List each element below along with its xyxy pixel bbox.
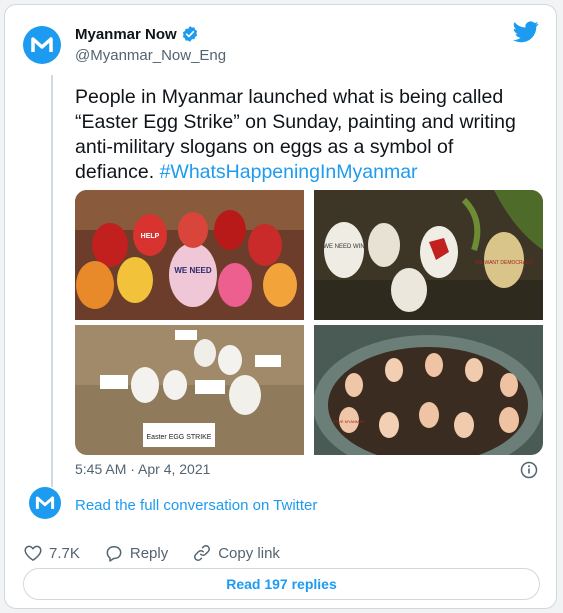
photo-1-image: WE NEED HELP — [75, 190, 304, 320]
like-count: 7.7K — [49, 544, 80, 562]
reply-label: Reply — [129, 544, 169, 562]
author-handle[interactable]: @Myanmar_Now_Eng — [75, 47, 226, 64]
photo-2-image: WE NEED WIN WE WANT DEMOCRACY — [314, 190, 543, 320]
verified-badge-icon — [182, 26, 197, 42]
conversation-avatar[interactable] — [29, 487, 61, 519]
photo-2[interactable]: WE NEED WIN WE WANT DEMOCRACY — [314, 190, 543, 320]
egg-text-5: SAVE MYANMAR — [333, 419, 365, 424]
photo-4-image: SAVE MYANMAR — [314, 325, 543, 455]
thread-line — [51, 75, 53, 487]
photo-4[interactable]: SAVE MYANMAR — [314, 325, 543, 455]
reply-icon — [106, 546, 122, 562]
egg-text-1: WE NEED — [174, 266, 212, 275]
author-name-row[interactable]: Myanmar Now — [75, 25, 199, 43]
copy-link-label: Copy link — [218, 544, 280, 562]
photo-3[interactable]: Easter EGG STRIKE — [75, 325, 304, 455]
photo-grid: WE NEED HELP WE NEED WIN WE WANT DEMOCRA… — [75, 190, 543, 455]
author-name[interactable]: Myanmar Now — [75, 26, 177, 43]
myanmar-now-logo-icon — [31, 37, 53, 52]
egg-text-2: HELP — [141, 233, 160, 240]
tweet-card: Myanmar Now @Myanmar_Now_Eng People in M… — [4, 4, 557, 609]
tweet-timestamp[interactable]: 5:45 AM · Apr 4, 2021 — [75, 461, 210, 477]
read-replies-button[interactable]: Read 197 replies — [23, 568, 540, 600]
link-icon — [194, 545, 211, 561]
copy-link-button[interactable]: Copy link — [192, 543, 280, 563]
tweet-actions: 7.7K Reply Copy link — [23, 543, 304, 563]
info-icon[interactable] — [520, 461, 538, 479]
like-button[interactable]: 7.7K — [23, 543, 80, 563]
hashtag-link[interactable]: #WhatsHappeningInMyanmar — [160, 161, 418, 183]
sign-text: Easter EGG STRIKE — [147, 434, 212, 441]
photo-3-image: Easter EGG STRIKE — [75, 325, 304, 455]
author-avatar[interactable] — [23, 26, 61, 64]
heart-icon — [24, 545, 42, 561]
photo-1[interactable]: WE NEED HELP — [75, 190, 304, 320]
read-conversation-link[interactable]: Read the full conversation on Twitter — [75, 497, 317, 514]
tweet-text: People in Myanmar launched what is being… — [75, 85, 535, 185]
myanmar-now-logo-icon — [35, 496, 55, 509]
twitter-bird-icon[interactable] — [513, 21, 539, 43]
egg-text-4: WE WANT DEMOCRACY — [475, 260, 533, 266]
reply-button[interactable]: Reply — [104, 543, 168, 563]
egg-text-3: WE NEED WIN — [323, 244, 364, 250]
